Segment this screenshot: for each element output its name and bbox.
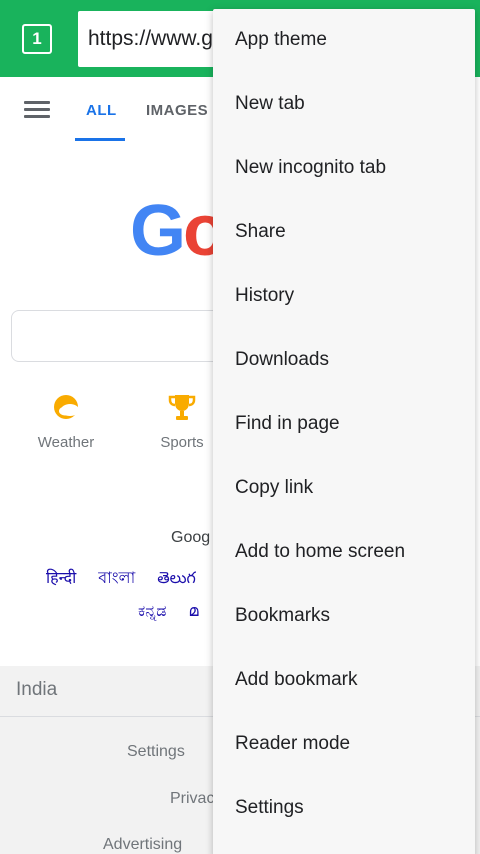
menu-item-settings[interactable]: Settings [213,777,475,841]
menu-item-label: History [235,285,295,306]
menu-item-new-tab[interactable]: New tab [213,73,475,137]
language-link[interactable]: മ [188,603,198,620]
menu-item-label: Reader mode [235,733,351,754]
active-tab-indicator [75,138,125,141]
menu-item-new-incognito-tab[interactable]: New incognito tab [213,137,475,201]
weather-sun-cloud-icon [51,392,81,422]
tab-switcher-button[interactable]: 1 [22,24,52,54]
language-link[interactable]: বাংলা [98,570,135,587]
menu-item-label: Add to home screen [235,541,406,562]
menu-item-label: App theme [235,29,327,50]
footer-advertising-link[interactable]: Advertising [103,836,182,854]
menu-item-history[interactable]: History [213,265,475,329]
language-link[interactable]: ಕನ್ನಡ [138,603,166,620]
footer-privacy-link[interactable]: Privac [170,790,214,808]
language-links-row-2: ಕನ್ನಡ മ [138,603,221,621]
hamburger-menu-icon[interactable] [24,101,50,119]
menu-item-label: Find in page [235,413,340,434]
menu-item-downloads[interactable]: Downloads [213,329,475,393]
tab-all[interactable]: ALL [86,102,117,119]
menu-item-label: Bookmarks [235,605,331,626]
logo-letter-g: G [130,191,186,271]
menu-item-add-bookmark[interactable]: Add bookmark [213,649,475,713]
menu-item-copy-link[interactable]: Copy link [213,457,475,521]
menu-item-label: Downloads [235,349,329,370]
footer-region: India [16,679,58,700]
menu-item-label: Settings [235,797,304,818]
menu-item-reader-mode[interactable]: Reader mode [213,713,475,777]
menu-item-label: Add bookmark [235,669,358,690]
menu-item-share[interactable]: Share [213,201,475,265]
menu-item-label: Share [235,221,286,242]
footer-settings-link[interactable]: Settings [127,743,185,761]
shortcut-weather[interactable]: Weather [26,392,106,451]
overflow-menu: App theme New tab New incognito tab Shar… [213,9,475,854]
google-logo: Go [130,190,227,272]
menu-item-bookmarks[interactable]: Bookmarks [213,585,475,649]
menu-item-find-in-page[interactable]: Find in page [213,393,475,457]
shortcut-label: Weather [37,434,95,451]
language-link[interactable]: हिन्दी [46,570,76,587]
language-link[interactable]: తెలుగ [157,570,196,587]
language-links-row-1: हिन्दी বাংলা తెలుగ [46,565,218,592]
shortcut-sports[interactable]: Sports [142,392,222,451]
menu-item-label: New tab [235,93,305,114]
shortcut-label: Sports [160,434,204,451]
trophy-icon [167,392,197,422]
menu-item-app-theme[interactable]: App theme [213,9,475,73]
menu-item-label: New incognito tab [235,157,387,178]
tab-images[interactable]: IMAGES [146,102,208,119]
menu-item-add-to-home-screen[interactable]: Add to home screen [213,521,475,585]
google-offered-in-text: Goog [171,529,211,546]
menu-item-label: Copy link [235,477,314,498]
